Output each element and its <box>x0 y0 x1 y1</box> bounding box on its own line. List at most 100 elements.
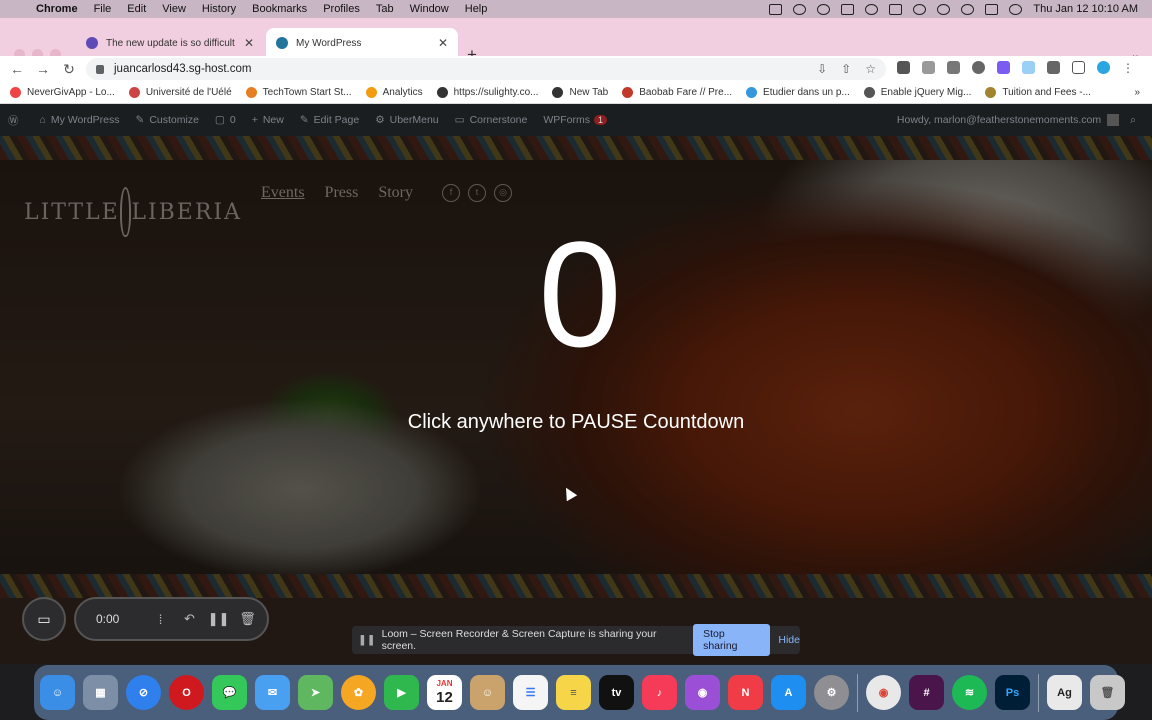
slack-icon[interactable]: # <box>909 675 944 710</box>
profile-avatar-icon[interactable] <box>1097 61 1110 74</box>
url-text[interactable]: juancarlosd43.sg-host.com <box>114 63 251 75</box>
forward-button[interactable]: → <box>30 61 56 77</box>
camera-extension-icon[interactable] <box>947 61 960 74</box>
extension-6-icon[interactable] <box>1022 61 1035 74</box>
extension-1-icon[interactable] <box>897 61 910 74</box>
bookmark-nevergivapp[interactable]: NeverGivApp - Lo... <box>10 87 115 98</box>
share-icon[interactable]: ⇧ <box>841 62 851 76</box>
spotlight-search-icon[interactable] <box>961 3 975 15</box>
menu-tab[interactable]: Tab <box>368 3 402 15</box>
tab-my-wordpress[interactable]: My WordPress ✕ <box>266 28 458 58</box>
reminders-icon[interactable]: ☰ <box>513 675 548 710</box>
menu-help[interactable]: Help <box>457 3 496 15</box>
bookmark-sulighty[interactable]: https://sulighty.co... <box>436 87 538 98</box>
extension-2-icon[interactable] <box>922 61 935 74</box>
menubar-clock[interactable]: Thu Jan 12 10:10 AM <box>1033 3 1138 15</box>
side-panel-icon[interactable] <box>1072 61 1085 74</box>
undo-icon[interactable]: ↶ <box>175 611 204 627</box>
loom-camera-button[interactable]: ▭ <box>22 597 66 641</box>
chrome-icon[interactable]: ◉ <box>866 675 901 710</box>
menu-bookmarks[interactable]: Bookmarks <box>244 3 315 15</box>
launchpad-icon[interactable]: ▦ <box>83 675 118 710</box>
chrome-status-icon[interactable] <box>817 3 831 15</box>
twitter-icon[interactable]: t <box>468 184 486 202</box>
tab-update-difficult[interactable]: The new update is so difficult ✕ <box>76 28 264 58</box>
finder-icon[interactable]: ☺ <box>40 675 75 710</box>
bookmark-jquery-migrate[interactable]: Enable jQuery Mig... <box>863 87 971 98</box>
calendar-icon[interactable]: JAN 12 <box>427 675 462 710</box>
wp-customize[interactable]: ✎ Customize <box>136 114 199 126</box>
address-bar[interactable]: juancarlosd43.sg-host.com ⇩ ⇧ ☆ <box>86 58 886 80</box>
bookmark-universite-uele[interactable]: Université de l'Uélé <box>128 87 232 98</box>
control-center-icon[interactable] <box>985 3 999 15</box>
bookmark-analytics[interactable]: Analytics <box>365 87 423 98</box>
web-page[interactable]: Ⓦ ⌂ My WordPress ✎ Customize ▢ 0 + New ✎ Edit… <box>0 104 1152 664</box>
bookmark-new-tab[interactable]: New Tab <box>552 87 608 98</box>
wp-logo-icon[interactable]: Ⓦ <box>8 113 24 128</box>
pause-icon[interactable]: ❚❚ <box>204 611 233 627</box>
wp-ubermenu[interactable]: ⚙ UberMenu <box>375 114 438 126</box>
user-status-icon[interactable] <box>913 3 927 15</box>
search-icon[interactable]: ⌕ <box>1130 114 1136 127</box>
trash-icon[interactable]: 🗑 <box>1090 675 1125 710</box>
trash-icon[interactable]: 🗑 <box>233 611 262 627</box>
nav-story[interactable]: Story <box>378 184 413 202</box>
bluetooth-icon[interactable] <box>865 3 879 15</box>
nav-press[interactable]: Press <box>325 184 359 202</box>
download-icon[interactable]: ⇩ <box>817 62 827 76</box>
lock-icon[interactable] <box>96 64 104 74</box>
bookmark-baobab-fare[interactable]: Baobab Fare // Pre... <box>622 87 732 98</box>
facetime-icon[interactable]: ▶ <box>384 675 419 710</box>
bookmarks-overflow-icon[interactable]: » <box>1134 87 1140 98</box>
battery-icon[interactable] <box>889 3 903 15</box>
maps-icon[interactable]: ➤ <box>298 675 333 710</box>
contacts-icon[interactable]: ☺ <box>470 675 505 710</box>
messages-icon[interactable]: 💬 <box>212 675 247 710</box>
screen-status-icon[interactable] <box>841 3 855 15</box>
spotify-icon[interactable]: ≋ <box>952 675 987 710</box>
pause-countdown-text[interactable]: Click anywhere to PAUSE Countdown <box>0 411 1152 434</box>
instagram-icon[interactable]: ◎ <box>494 184 512 202</box>
wp-user-menu[interactable]: Howdy, marlon@featherstonemoments.com <box>897 114 1124 126</box>
close-tab-icon[interactable]: ✕ <box>244 36 254 50</box>
menu-profiles[interactable]: Profiles <box>315 3 368 15</box>
adobe-fonts-icon[interactable]: Ag <box>1047 675 1082 710</box>
siri-icon[interactable] <box>1009 3 1023 15</box>
notes-icon[interactable]: ≡ <box>556 675 591 710</box>
menu-edit[interactable]: Edit <box>119 3 154 15</box>
wifi-icon[interactable] <box>937 3 951 15</box>
wp-site-name[interactable]: ⌂ My WordPress <box>40 114 120 126</box>
menu-view[interactable]: View <box>154 3 194 15</box>
nav-events[interactable]: Events <box>261 184 305 202</box>
menu-history[interactable]: History <box>194 3 244 15</box>
appstore-icon[interactable]: A <box>771 675 806 710</box>
opera-icon[interactable]: O <box>169 675 204 710</box>
wp-wpforms[interactable]: WPForms 1 <box>543 114 608 126</box>
close-tab-icon[interactable]: ✕ <box>438 36 448 50</box>
adobe-status-icon[interactable] <box>769 3 783 15</box>
bookmark-etudier[interactable]: Etudier dans un p... <box>746 87 850 98</box>
extension-5-icon[interactable] <box>997 61 1010 74</box>
photoshop-icon[interactable]: Ps <box>995 675 1030 710</box>
safari-icon[interactable]: ⊘ <box>126 675 161 710</box>
appletv-icon[interactable]: tv <box>599 675 634 710</box>
extensions-puzzle-icon[interactable] <box>1047 61 1060 74</box>
wp-comments[interactable]: ▢ 0 <box>215 114 236 126</box>
facebook-icon[interactable]: f <box>442 184 460 202</box>
menu-chrome[interactable]: Chrome <box>28 3 86 15</box>
wp-edit-page[interactable]: ✎ Edit Page <box>300 114 359 126</box>
podcasts-icon[interactable]: ◉ <box>685 675 720 710</box>
mail-icon[interactable]: ✉ <box>255 675 290 710</box>
reload-button[interactable]: ↻ <box>56 61 82 78</box>
bookmark-star-icon[interactable]: ☆ <box>865 62 876 76</box>
back-button[interactable]: ← <box>4 61 30 77</box>
wp-new[interactable]: + New <box>252 114 284 126</box>
stop-sharing-button[interactable]: Stop sharing <box>693 624 771 656</box>
chrome-menu-icon[interactable]: ⋮ <box>1122 61 1134 75</box>
news-icon[interactable]: N <box>728 675 763 710</box>
cloud-status-icon[interactable] <box>793 3 807 15</box>
menu-window[interactable]: Window <box>402 3 457 15</box>
bookmark-tuition-fees[interactable]: Tuition and Fees -... <box>985 87 1091 98</box>
settings-icon[interactable]: ⚙ <box>814 675 849 710</box>
bookmark-techtown[interactable]: TechTown Start St... <box>245 87 352 98</box>
